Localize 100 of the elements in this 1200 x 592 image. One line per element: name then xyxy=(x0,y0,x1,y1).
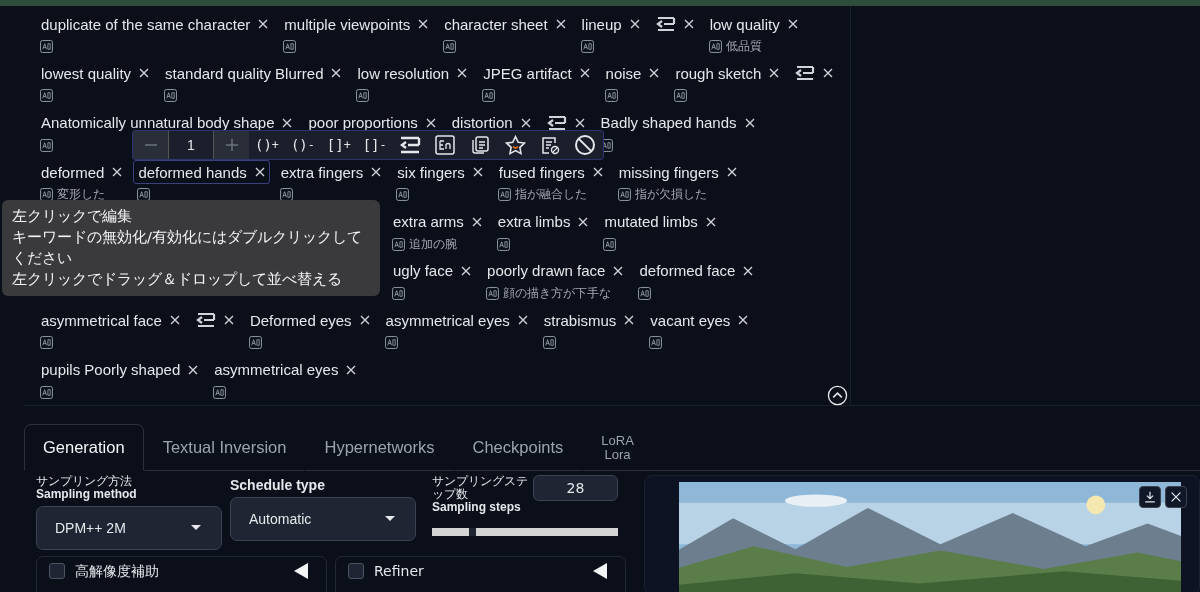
remove-icon[interactable] xyxy=(139,68,150,79)
translate-icon[interactable] xyxy=(486,286,500,300)
expand-triangle-icon[interactable] xyxy=(294,563,308,579)
remove-icon[interactable] xyxy=(461,265,472,276)
translate-icon[interactable] xyxy=(356,89,370,103)
tag-label[interactable]: mutated limbs xyxy=(604,213,698,231)
remove-icon[interactable] xyxy=(743,265,754,276)
remove-icon[interactable] xyxy=(188,364,199,375)
tag-label[interactable]: JPEG artifact xyxy=(483,64,572,82)
remove-icon[interactable] xyxy=(457,68,468,79)
remove-icon[interactable] xyxy=(112,167,123,178)
tag-label[interactable]: distortion xyxy=(451,114,513,132)
translate-icon[interactable] xyxy=(137,188,151,202)
translate-icon[interactable] xyxy=(40,138,53,152)
tag-label[interactable]: strabismus xyxy=(543,311,617,329)
remove-icon[interactable] xyxy=(769,68,780,79)
tag-label[interactable]: standard quality Blurred xyxy=(165,64,324,82)
remove-icon[interactable] xyxy=(359,315,370,326)
tag-label[interactable]: deformed xyxy=(41,163,105,181)
tag-label[interactable]: asymmetrical eyes xyxy=(214,361,339,379)
tag-label[interactable]: poor proportions xyxy=(308,114,418,132)
tab[interactable]: Hypernetworks xyxy=(305,424,454,471)
translate-icon[interactable] xyxy=(482,89,496,103)
translate-icon[interactable] xyxy=(443,40,457,53)
remove-icon[interactable] xyxy=(705,216,716,227)
translate-icon[interactable] xyxy=(603,237,617,251)
tag-label[interactable]: noise xyxy=(605,64,642,82)
translate-icon[interactable] xyxy=(279,188,293,202)
remove-icon[interactable] xyxy=(258,19,269,29)
remove-icon[interactable] xyxy=(787,19,798,29)
tag-label[interactable]: pupils Poorly shaped xyxy=(41,361,181,379)
remove-icon[interactable] xyxy=(574,117,585,128)
remove-icon[interactable] xyxy=(425,117,436,128)
remove-icon[interactable] xyxy=(517,315,528,326)
translate-icon[interactable] xyxy=(248,336,262,350)
sampling-method-dropdown[interactable]: DPM++ 2M xyxy=(36,506,222,550)
remove-icon[interactable] xyxy=(169,315,180,326)
tag-label[interactable]: lowest quality xyxy=(41,64,132,82)
translate-icon[interactable] xyxy=(283,40,297,53)
translate-icon[interactable] xyxy=(384,336,398,350)
tag-label[interactable]: Anatomically unnatural body shape xyxy=(41,114,275,132)
remove-icon[interactable] xyxy=(726,167,737,178)
tag-label[interactable]: fused fingers xyxy=(498,163,585,181)
checkbox[interactable] xyxy=(348,563,364,579)
translate-icon[interactable] xyxy=(164,89,178,103)
tag-label[interactable]: asymmetrical face xyxy=(41,311,162,329)
line-break-icon[interactable] xyxy=(655,16,676,32)
remove-icon[interactable] xyxy=(738,315,749,326)
tab[interactable]: Checkpoints xyxy=(453,424,583,471)
translate-icon[interactable] xyxy=(580,40,594,53)
tab[interactable]: Generation xyxy=(24,424,144,471)
remove-icon[interactable] xyxy=(629,19,640,29)
remove-icon[interactable] xyxy=(223,315,234,326)
translate-icon[interactable] xyxy=(392,286,405,300)
download-button[interactable] xyxy=(1139,486,1161,508)
tag-label[interactable]: deformed face xyxy=(639,262,736,280)
translate-icon[interactable] xyxy=(497,188,511,202)
remove-icon[interactable] xyxy=(592,167,603,178)
translate-icon[interactable] xyxy=(40,336,53,350)
tag-label[interactable]: lineup xyxy=(581,15,622,33)
translate-icon[interactable] xyxy=(40,89,53,103)
tag-label[interactable]: low resolution xyxy=(357,64,450,82)
translate-icon[interactable] xyxy=(213,385,227,399)
checkbox[interactable] xyxy=(49,563,65,579)
tag-label[interactable]: Deformed eyes xyxy=(249,311,352,329)
remove-icon[interactable] xyxy=(823,68,834,79)
tag-label[interactable]: poorly drawn face xyxy=(487,262,606,280)
tag-label[interactable]: low quality xyxy=(709,15,780,33)
number-field[interactable]: 28 xyxy=(532,475,618,501)
collapse-button[interactable] xyxy=(827,385,848,406)
remove-icon[interactable] xyxy=(555,19,566,29)
remove-icon[interactable] xyxy=(520,117,531,128)
remove-icon[interactable] xyxy=(579,68,590,79)
remove-icon[interactable] xyxy=(472,167,483,178)
translate-icon[interactable] xyxy=(396,188,410,202)
translate-icon[interactable] xyxy=(496,237,510,251)
translate-icon[interactable] xyxy=(649,336,663,350)
remove-icon[interactable] xyxy=(624,315,635,326)
translate-icon[interactable] xyxy=(638,286,652,300)
translate-icon[interactable] xyxy=(392,237,405,251)
tag-label[interactable]: Badly shaped hands xyxy=(600,114,737,132)
remove-icon[interactable] xyxy=(371,167,382,178)
translate-icon[interactable] xyxy=(40,385,53,399)
tag-label[interactable]: extra fingers xyxy=(280,163,364,181)
translate-icon[interactable] xyxy=(674,89,688,103)
tag-label[interactable]: rough sketch xyxy=(675,64,762,82)
line-break-icon[interactable] xyxy=(795,65,816,82)
translate-icon[interactable] xyxy=(40,40,53,53)
remove-icon[interactable] xyxy=(282,117,293,128)
translate-icon[interactable] xyxy=(40,188,53,202)
remove-icon[interactable] xyxy=(683,19,694,29)
tab[interactable]: LoRA Lora xyxy=(582,424,653,471)
tag-label[interactable]: vacant eyes xyxy=(650,311,731,329)
slider-thumb[interactable] xyxy=(469,528,477,536)
schedule-type-dropdown[interactable]: Automatic xyxy=(230,497,416,541)
remove-icon[interactable] xyxy=(331,68,342,79)
line-break-icon[interactable] xyxy=(546,114,567,131)
tag-label[interactable]: multiple viewpoints xyxy=(284,15,411,33)
tag-label[interactable]: extra limbs xyxy=(497,213,571,231)
translate-icon[interactable] xyxy=(708,40,722,53)
